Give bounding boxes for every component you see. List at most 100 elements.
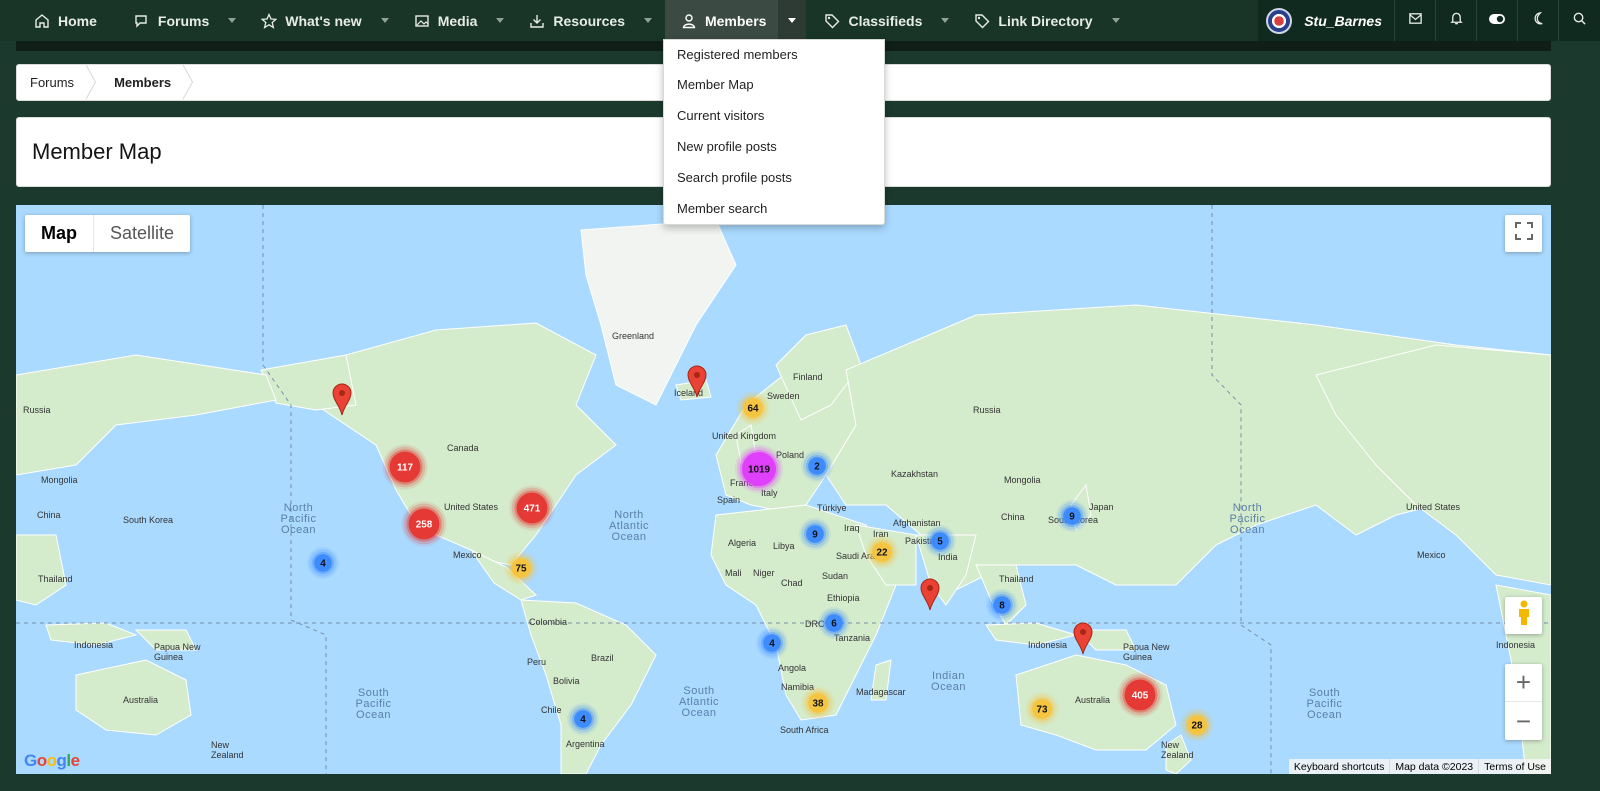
chevron-down-icon[interactable] — [936, 0, 954, 41]
nav-members[interactable]: Members — [664, 0, 807, 41]
cluster-count: 4 — [580, 713, 586, 725]
map-label: Australia — [1075, 695, 1111, 705]
map-label: DRC — [805, 619, 825, 629]
marker-cluster[interactable]: 117 — [389, 451, 421, 483]
marker-cluster[interactable]: 22 — [872, 542, 892, 562]
map-label: Mongolia — [1004, 475, 1041, 485]
inbox-icon — [1408, 11, 1423, 31]
cluster-count: 9 — [812, 528, 818, 540]
alerts-button[interactable] — [1436, 0, 1477, 41]
map-label: Indonesia — [1496, 640, 1536, 650]
marker-cluster[interactable]: 4 — [574, 710, 592, 728]
keyboard-shortcuts-link[interactable]: Keyboard shortcuts — [1289, 759, 1389, 774]
marker-cluster[interactable]: 1019 — [741, 451, 777, 487]
nav-media[interactable]: Media — [400, 0, 516, 41]
map-label: India — [938, 552, 958, 562]
map-label: Italy — [761, 488, 778, 498]
member-map[interactable]: Greenland Iceland Finland Sweden Russia … — [16, 205, 1551, 774]
menu-item-current-visitors[interactable]: Current visitors — [664, 100, 884, 131]
street-view-button[interactable] — [1505, 597, 1542, 634]
menu-item-new-profile-posts[interactable]: New profile posts — [664, 131, 884, 162]
image-icon — [414, 13, 430, 29]
map-label: South Africa — [780, 725, 829, 735]
map-pin-icon[interactable] — [331, 382, 353, 416]
tag-icon — [974, 13, 990, 29]
user-toolbar: Stu_Barnes — [1258, 0, 1600, 41]
chevron-down-icon[interactable] — [778, 0, 807, 41]
chevron-down-icon[interactable] — [223, 0, 241, 41]
user-account-link[interactable]: Stu_Barnes — [1258, 0, 1395, 41]
breadcrumb-forums[interactable]: Forums — [17, 64, 86, 101]
cluster-count: 4 — [769, 637, 775, 649]
map-label: Russia — [23, 405, 51, 415]
map-pin-icon[interactable] — [919, 577, 941, 611]
inbox-button[interactable] — [1395, 0, 1436, 41]
tag-icon — [824, 13, 840, 29]
cluster-count: 405 — [1131, 689, 1149, 701]
chevron-down-icon[interactable] — [376, 0, 394, 41]
nav-link-directory[interactable]: Link Directory — [960, 0, 1130, 41]
marker-cluster[interactable]: 5 — [931, 532, 949, 550]
fullscreen-button[interactable] — [1505, 215, 1542, 252]
breadcrumb-members[interactable]: Members — [98, 64, 183, 101]
map-label: Madagascar — [856, 687, 906, 697]
map-label: Canada — [447, 443, 479, 453]
marker-cluster[interactable]: 405 — [1124, 679, 1156, 711]
map-pin-icon[interactable] — [686, 364, 708, 398]
terms-link[interactable]: Terms of Use — [1478, 759, 1551, 774]
cluster-count: 8 — [999, 599, 1005, 611]
ocean-label: North Pacific Ocean — [280, 502, 317, 536]
chevron-down-icon[interactable] — [639, 0, 657, 41]
menu-item-member-map[interactable]: Member Map — [664, 69, 884, 100]
map-label: New Zealand — [1161, 740, 1194, 760]
marker-cluster[interactable]: 471 — [516, 492, 548, 524]
marker-cluster[interactable]: 258 — [408, 508, 440, 540]
nav-media-label: Media — [437, 12, 478, 29]
nav-whats-new[interactable]: What's new — [247, 0, 399, 41]
chevron-down-icon[interactable] — [1107, 0, 1125, 41]
ocean-label: South Pacific Ocean — [1306, 687, 1343, 721]
chevron-down-icon[interactable] — [491, 0, 509, 41]
toggle-icon — [1488, 12, 1506, 30]
marker-cluster[interactable]: 8 — [993, 596, 1011, 614]
cluster-count: 117 — [397, 461, 413, 473]
map-type-map-button[interactable]: Map — [25, 215, 94, 252]
map-label: Thailand — [999, 574, 1034, 584]
menu-item-search-profile-posts[interactable]: Search profile posts — [664, 162, 884, 193]
nav-forums[interactable]: Forums — [97, 0, 247, 41]
marker-cluster[interactable]: 9 — [1063, 507, 1081, 525]
nav-classifieds[interactable]: Classifieds — [806, 0, 960, 41]
marker-cluster[interactable]: 28 — [1187, 715, 1207, 735]
map-label: United States — [444, 502, 499, 512]
search-button[interactable] — [1559, 0, 1600, 41]
nav-resources[interactable]: Resources — [515, 0, 663, 41]
map-label: United States — [1406, 502, 1461, 512]
map-label: Angola — [778, 663, 807, 673]
map-label: Sweden — [767, 391, 800, 401]
marker-cluster[interactable]: 64 — [743, 398, 763, 418]
marker-cluster[interactable]: 2 — [808, 457, 826, 475]
zoom-out-button[interactable]: − — [1505, 702, 1542, 740]
style-toggle-button[interactable] — [1477, 0, 1518, 41]
map-label: Indonesia — [74, 640, 114, 650]
menu-item-registered-members[interactable]: Registered members — [664, 40, 884, 69]
map-label: Ethiopia — [827, 593, 860, 603]
marker-cluster[interactable]: 75 — [511, 558, 531, 578]
zoom-in-button[interactable]: + — [1505, 664, 1542, 702]
marker-cluster[interactable]: 4 — [314, 554, 332, 572]
map-label: Finland — [793, 372, 823, 382]
map-type-satellite-button[interactable]: Satellite — [94, 215, 190, 252]
marker-cluster[interactable]: 9 — [806, 525, 824, 543]
nav-home[interactable]: Home — [0, 0, 97, 41]
download-icon — [529, 13, 545, 29]
marker-cluster[interactable]: 4 — [763, 634, 781, 652]
marker-cluster[interactable]: 73 — [1032, 699, 1052, 719]
bell-icon — [1449, 11, 1464, 31]
map-pin-icon[interactable] — [1072, 621, 1094, 655]
cluster-count: 22 — [876, 546, 888, 558]
marker-cluster[interactable]: 38 — [808, 693, 828, 713]
dark-mode-button[interactable] — [1518, 0, 1559, 41]
breadcrumb-separator — [85, 64, 98, 101]
menu-item-member-search[interactable]: Member search — [664, 193, 884, 224]
marker-cluster[interactable]: 6 — [825, 614, 843, 632]
